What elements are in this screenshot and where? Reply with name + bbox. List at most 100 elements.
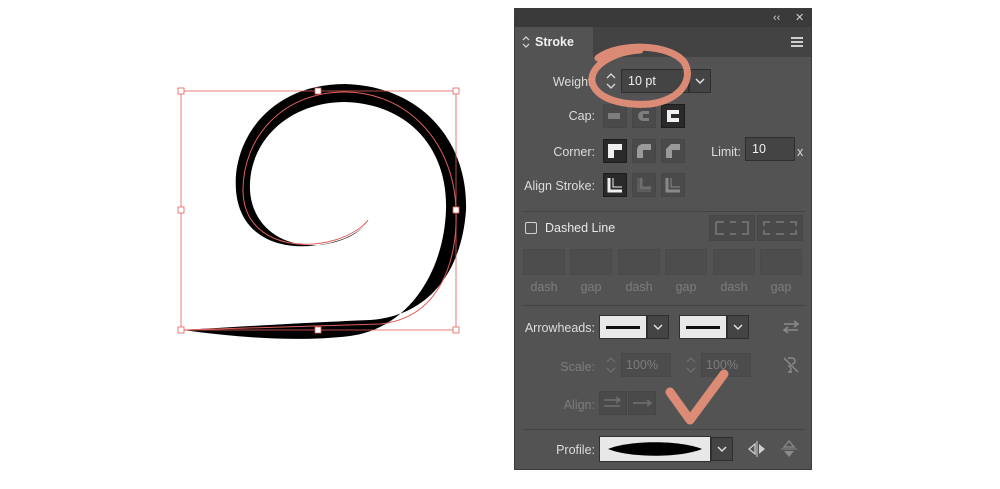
dash-label: dash <box>720 280 748 294</box>
align-outside-icon <box>665 178 680 193</box>
flip-profile-horizontal-icon <box>747 441 765 457</box>
arrowheads-label: Arrowheads: <box>524 321 595 335</box>
corner-round-button[interactable] <box>632 139 656 163</box>
chevron-left-double-icon[interactable]: ‹‹ <box>773 10 780 26</box>
corner-bevel-button[interactable] <box>661 139 685 163</box>
panel-tabbar: Stroke <box>515 27 811 57</box>
cap-projecting-icon <box>667 110 679 122</box>
anchor-right[interactable] <box>452 206 460 214</box>
handle-top-right[interactable] <box>452 87 460 95</box>
limit-unit: x <box>797 145 804 159</box>
link-scale-button[interactable] <box>779 353 803 377</box>
align-outside-button[interactable] <box>661 173 685 197</box>
dropdown-chevron-icon <box>695 78 705 85</box>
profile-label: Profile: <box>556 443 595 457</box>
gap-label: gap <box>770 280 792 294</box>
limit-input[interactable]: 10 <box>745 137 795 161</box>
cap-butt-icon <box>608 113 620 119</box>
gap-label: gap <box>580 280 602 294</box>
handle-bottom-left[interactable] <box>177 326 185 334</box>
align-stroke-label: Align Stroke: <box>524 179 595 193</box>
cap-label: Cap: <box>568 109 595 123</box>
artwork-svg[interactable] <box>0 0 510 484</box>
arrow-extend-button[interactable] <box>599 391 627 415</box>
stepper-icon <box>522 35 530 50</box>
dropdown-chevron-icon <box>733 324 743 331</box>
gap-field-1[interactable] <box>570 249 612 275</box>
weight-dropdown-button[interactable] <box>689 69 711 93</box>
align-center-icon <box>607 178 622 193</box>
weight-label: Weight: <box>552 75 595 89</box>
close-icon[interactable]: ✕ <box>795 10 804 26</box>
corner-miter-icon <box>608 144 622 158</box>
flip-profile-vertical-icon <box>781 439 797 457</box>
handle-bottom-right[interactable] <box>452 326 460 334</box>
scale-end-input[interactable]: 100% <box>701 353 751 377</box>
separator <box>523 211 805 212</box>
corner-round-icon <box>637 144 651 158</box>
dashed-line-checkbox[interactable] <box>525 222 537 234</box>
tab-stroke-label: Stroke <box>535 35 574 49</box>
gap-field-2[interactable] <box>665 249 707 275</box>
corner-label: Corner: <box>553 145 595 159</box>
dash-align-corners-button[interactable] <box>757 215 803 241</box>
spiral-stroke-shape[interactable] <box>183 84 467 339</box>
anchor-top[interactable] <box>314 87 322 95</box>
panel-titlebar[interactable]: ‹‹ ✕ <box>515 9 811 27</box>
dash-label: dash <box>530 280 558 294</box>
arrowhead-end-select[interactable] <box>679 315 727 339</box>
cap-round-icon <box>638 111 649 121</box>
weight-input[interactable]: 10 pt <box>621 69 689 93</box>
arrow-place-button[interactable] <box>628 391 656 415</box>
align-label: Align: <box>563 398 595 412</box>
scale-start-input[interactable]: 100% <box>621 353 671 377</box>
dash-field-3[interactable] <box>713 249 755 275</box>
profile-select[interactable] <box>599 436 711 462</box>
limit-label: Limit: <box>711 145 741 159</box>
arrow-place-icon <box>633 399 653 407</box>
scale-label: Scale: <box>560 360 595 374</box>
artboard[interactable] <box>0 0 510 484</box>
swap-arrowheads-button[interactable] <box>779 315 803 339</box>
dropdown-chevron-icon <box>653 324 663 331</box>
dash-label: dash <box>625 280 653 294</box>
dropdown-chevron-icon <box>717 446 727 453</box>
align-inside-icon <box>637 178 651 192</box>
width-profile-preview <box>608 442 702 456</box>
handle-middle-left[interactable] <box>177 206 185 214</box>
arrowhead-start-dropdown[interactable] <box>647 315 669 339</box>
corner-miter-button[interactable] <box>603 139 627 163</box>
dash-preserve-icon <box>715 221 749 235</box>
flip-profile-horizontal-button[interactable] <box>745 437 769 461</box>
scale-start-stepper[interactable] <box>603 353 619 377</box>
arrowhead-start-select[interactable] <box>599 315 647 339</box>
align-inside-button[interactable] <box>632 173 656 197</box>
arrowhead-end-dropdown[interactable] <box>727 315 749 339</box>
scale-end-stepper[interactable] <box>683 353 699 377</box>
weight-stepper[interactable] <box>603 69 619 93</box>
cap-round-button[interactable] <box>632 104 656 128</box>
swap-arrowheads-icon <box>782 320 800 334</box>
dash-field-2[interactable] <box>618 249 660 275</box>
cap-projecting-button[interactable] <box>661 104 685 128</box>
separator <box>523 305 805 306</box>
dash-preserve-button[interactable] <box>709 215 755 241</box>
separator <box>523 429 805 430</box>
profile-dropdown[interactable] <box>711 437 733 461</box>
tab-stroke[interactable]: Stroke <box>515 27 593 57</box>
dash-align-corners-icon <box>763 221 797 235</box>
anchor-points[interactable] <box>314 87 460 334</box>
cap-butt-button[interactable] <box>603 104 627 128</box>
panel-menu-icon[interactable] <box>791 37 803 49</box>
gap-label: gap <box>675 280 697 294</box>
align-center-button[interactable] <box>603 173 627 197</box>
dashed-line-label: Dashed Line <box>545 221 616 235</box>
handle-top-left[interactable] <box>177 87 185 95</box>
gap-field-3[interactable] <box>760 249 802 275</box>
link-scale-icon <box>783 357 799 373</box>
dash-field-1[interactable] <box>523 249 565 275</box>
stroke-panel: ‹‹ ✕ Stroke Weight: 10 pt Cap: Corner: L… <box>514 8 812 470</box>
anchor-bottom[interactable] <box>314 326 322 334</box>
flip-profile-vertical-button[interactable] <box>777 437 801 461</box>
arrow-extend-icon <box>604 396 622 407</box>
